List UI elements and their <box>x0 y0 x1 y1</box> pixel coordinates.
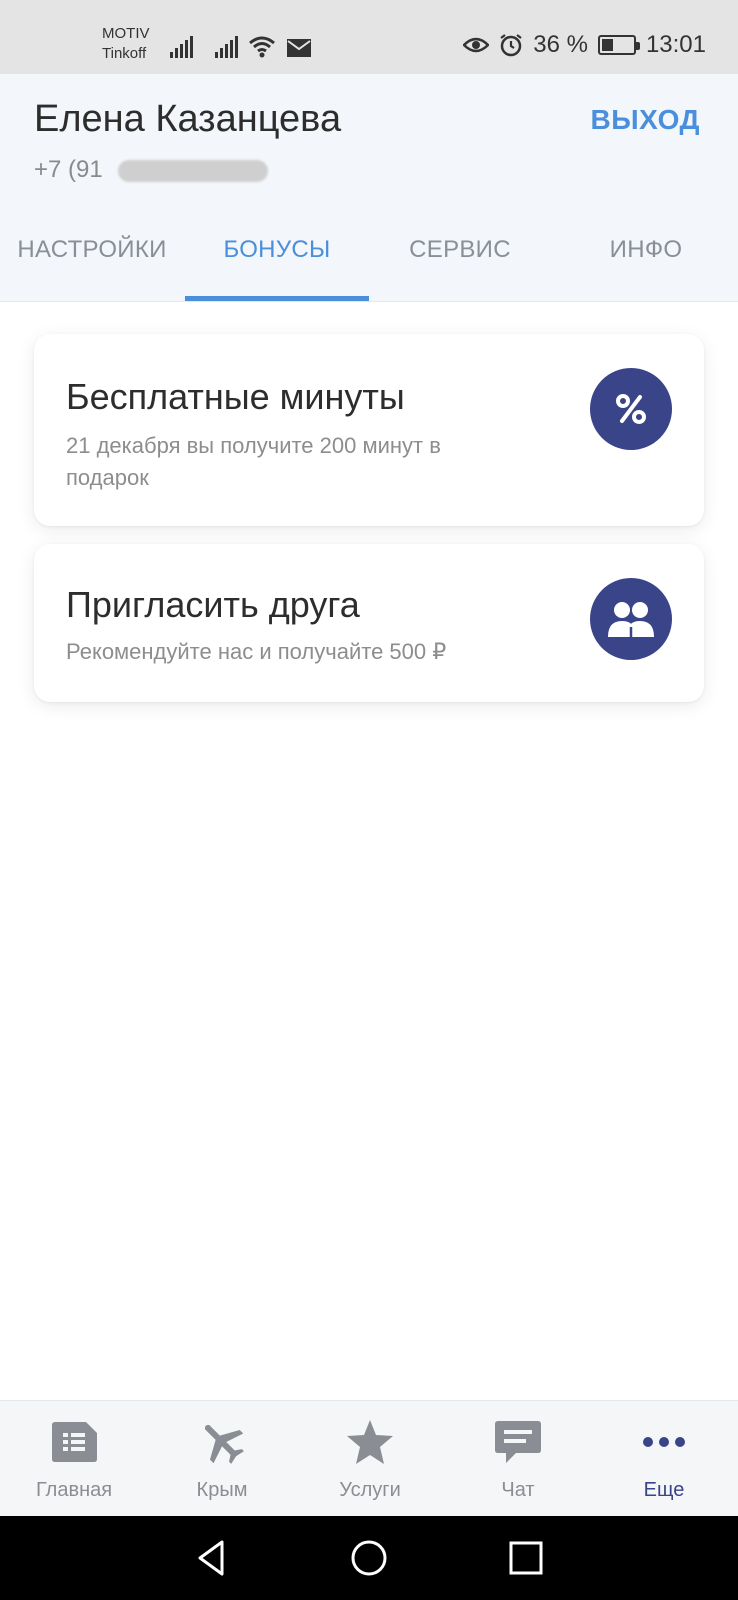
home-icon[interactable] <box>349 1538 389 1578</box>
profile-header: Елена Казанцева ВЫХОД +7 (91 НАСТРОЙКИ Б… <box>0 74 738 302</box>
tab-bonuses[interactable]: БОНУСЫ <box>185 225 369 301</box>
more-icon <box>639 1417 689 1467</box>
carrier-1: MOTIV <box>102 25 150 42</box>
card-description: 21 декабря вы получите 200 минут в подар… <box>66 433 441 490</box>
tab-info[interactable]: ИНФО <box>554 225 738 301</box>
user-name: Елена Казанцева <box>34 98 342 140</box>
recents-icon[interactable] <box>506 1538 546 1578</box>
airplane-icon <box>197 1417 247 1467</box>
battery-icon <box>597 35 640 55</box>
nav-item-home[interactable]: Главная <box>0 1401 148 1517</box>
wifi-icon <box>249 36 275 58</box>
nav-label: Крым <box>196 1479 248 1501</box>
carrier-2: Tinkoff <box>102 45 147 62</box>
percent-icon <box>590 368 672 450</box>
signal-icon <box>170 36 193 58</box>
bottom-navigation: Главная Крым Услуги Чат Еще <box>0 1400 738 1516</box>
friends-icon <box>590 578 672 660</box>
status-icons-left <box>170 30 312 58</box>
bonus-card-invite-friend[interactable]: Пригласить друга Рекомендуйте нас и полу… <box>34 544 704 702</box>
nav-label: Главная <box>35 1479 113 1501</box>
sim-card-icon <box>49 1417 99 1467</box>
nav-item-chat[interactable]: Чат <box>444 1401 592 1517</box>
active-tab-indicator <box>185 296 369 301</box>
card-description: Рекомендуйте нас и получайте 500 ₽ <box>66 639 447 664</box>
screen: MOTIV Tinkoff 36 % 13:01 Елена Казанцева… <box>0 0 738 1600</box>
nav-label: Чат <box>501 1479 535 1501</box>
mail-icon <box>287 39 311 57</box>
carrier-names: MOTIV Tinkoff <box>102 24 150 64</box>
battery-percent: 36 % <box>533 31 588 58</box>
chat-icon <box>493 1417 543 1467</box>
eye-icon <box>463 37 490 53</box>
nav-item-crimea[interactable]: Крым <box>148 1401 296 1517</box>
status-icons-right: 36 % 13:01 <box>463 30 706 60</box>
signal-icon <box>215 36 238 58</box>
clock: 13:01 <box>645 31 706 58</box>
nav-label: Услуги <box>339 1479 401 1501</box>
tab-settings[interactable]: НАСТРОЙКИ <box>0 225 184 301</box>
nav-item-more[interactable]: Еще <box>590 1401 738 1517</box>
back-icon[interactable] <box>192 1538 232 1578</box>
bonus-card-free-minutes[interactable]: Бесплатные минуты 21 декабря вы получите… <box>34 334 704 526</box>
status-bar: MOTIV Tinkoff 36 % 13:01 <box>0 0 738 74</box>
battery-fill <box>601 39 613 51</box>
phone-number: +7 (91 <box>34 156 103 183</box>
card-title: Пригласить друга <box>66 584 360 625</box>
nav-item-services[interactable]: Услуги <box>296 1401 444 1517</box>
logout-button[interactable]: ВЫХОД <box>591 104 700 136</box>
tab-bar: НАСТРОЙКИ БОНУСЫ СЕРВИС ИНФО <box>0 225 738 301</box>
star-icon <box>345 1417 395 1467</box>
phone-redaction <box>118 160 268 182</box>
card-title: Бесплатные минуты <box>66 376 405 417</box>
alarm-icon <box>500 34 522 57</box>
nav-label: Еще <box>643 1479 685 1501</box>
system-navigation-bar <box>0 1516 738 1600</box>
tab-service[interactable]: СЕРВИС <box>368 225 552 301</box>
